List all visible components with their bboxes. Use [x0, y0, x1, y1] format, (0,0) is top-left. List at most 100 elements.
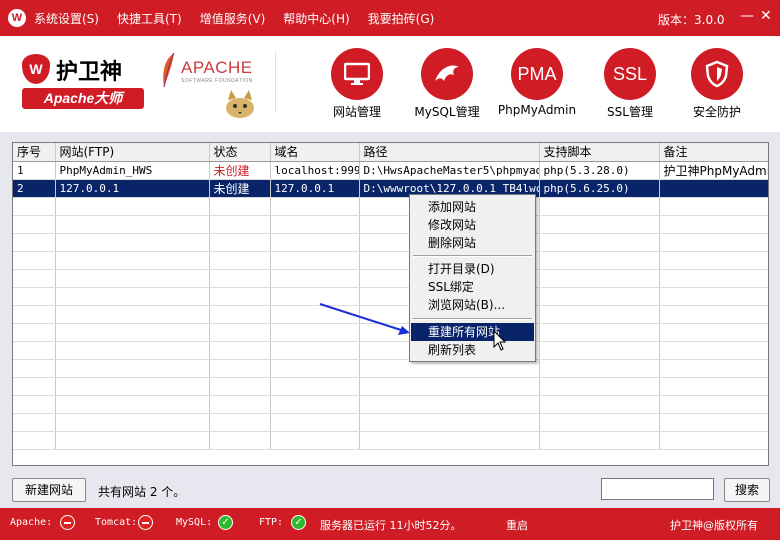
- search-input[interactable]: [601, 478, 714, 500]
- empty-row: [13, 233, 768, 252]
- close-button[interactable]: ✕: [760, 8, 772, 24]
- empty-cell: [659, 413, 768, 432]
- mysql-dolphin-icon: [421, 48, 473, 100]
- empty-cell: [539, 413, 660, 432]
- tool-mysql-management[interactable]: MySQL管理: [407, 48, 487, 120]
- mysql-status-label: MySQL:: [176, 517, 213, 528]
- empty-cell: [55, 197, 210, 216]
- shield-icon: [691, 48, 743, 100]
- empty-cell: [539, 269, 660, 288]
- empty-cell: [270, 395, 360, 414]
- tool-ssl-management[interactable]: SSL SSL管理: [590, 48, 670, 120]
- tool-site-management[interactable]: 网站管理: [317, 48, 397, 120]
- ftp-running-icon[interactable]: ✓: [291, 515, 306, 530]
- mysql-running-icon[interactable]: ✓: [218, 515, 233, 530]
- col-header-status[interactable]: 状态: [209, 143, 271, 162]
- ctx-add-site[interactable]: 添加网站: [411, 198, 534, 216]
- apache-feather-icon: [163, 52, 175, 88]
- cell-status: 未创建: [209, 179, 271, 198]
- empty-cell: [209, 395, 271, 414]
- empty-cell: [55, 323, 210, 342]
- tomcat-status-label: Tomcat:: [95, 517, 138, 528]
- empty-row: [13, 431, 768, 450]
- col-header-note[interactable]: 备注: [659, 143, 768, 162]
- restart-button[interactable]: 重启: [506, 517, 528, 533]
- ctx-delete-site[interactable]: 删除网站: [411, 234, 534, 252]
- mouse-cursor-icon: [493, 330, 507, 351]
- ctx-rebuild-all[interactable]: 重建所有网站: [411, 323, 534, 341]
- empty-cell: [209, 359, 271, 378]
- ctx-ssl-bind[interactable]: SSL绑定: [411, 278, 534, 296]
- ctx-browse-site[interactable]: 浏览网站(B)...: [411, 296, 534, 314]
- tomcat-stopped-icon[interactable]: [138, 515, 153, 530]
- ctx-refresh-list[interactable]: 刷新列表: [411, 341, 534, 359]
- ctx-separator: [413, 318, 532, 320]
- empty-cell: [209, 287, 271, 306]
- empty-cell: [13, 233, 56, 252]
- search-button[interactable]: 搜索: [724, 478, 770, 502]
- empty-cell: [209, 251, 271, 270]
- apache-wordmark: APACHE: [181, 58, 253, 77]
- ctx-open-dir[interactable]: 打开目录(D): [411, 260, 534, 278]
- empty-cell: [659, 323, 768, 342]
- empty-cell: [270, 233, 360, 252]
- empty-row: [13, 359, 768, 378]
- col-header-path[interactable]: 路径: [359, 143, 540, 162]
- minimize-button[interactable]: —: [740, 8, 754, 24]
- empty-cell: [55, 431, 210, 450]
- tool-label: 网站管理: [332, 105, 381, 119]
- empty-cell: [270, 251, 360, 270]
- empty-cell: [539, 305, 660, 324]
- empty-cell: [209, 341, 271, 360]
- empty-cell: [13, 377, 56, 396]
- empty-cell: [55, 251, 210, 270]
- empty-row: [13, 341, 768, 360]
- empty-cell: [13, 359, 56, 378]
- empty-cell: [13, 431, 56, 450]
- col-header-script[interactable]: 支持脚本: [539, 143, 660, 162]
- empty-cell: [270, 377, 360, 396]
- col-header-index[interactable]: 序号: [13, 143, 56, 162]
- tool-label: PhpMyAdmin: [497, 103, 577, 117]
- version-label: 版本：3.0.0: [658, 13, 725, 27]
- empty-cell: [209, 431, 271, 450]
- empty-cell: [209, 377, 271, 396]
- menu-help-center[interactable]: 帮助中心(H): [283, 10, 349, 27]
- new-site-button[interactable]: 新建网站: [12, 478, 86, 502]
- pointer-arrow-icon: [319, 303, 410, 335]
- ctx-edit-site[interactable]: 修改网站: [411, 216, 534, 234]
- cell-domain: localhost:999: [270, 161, 360, 180]
- empty-cell: [539, 395, 660, 414]
- empty-cell: [55, 215, 210, 234]
- ctx-separator: [413, 255, 532, 257]
- empty-cell: [55, 395, 210, 414]
- col-header-domain[interactable]: 域名: [270, 143, 360, 162]
- tool-security-protection[interactable]: 安全防护: [677, 48, 757, 120]
- menu-feedback[interactable]: 我要拍砖(G): [368, 10, 435, 27]
- empty-row: [13, 413, 768, 432]
- empty-cell: [539, 377, 660, 396]
- menu-value-added[interactable]: 增值服务(V): [200, 10, 266, 27]
- empty-cell: [659, 251, 768, 270]
- empty-cell: [539, 341, 660, 360]
- apache-stopped-icon[interactable]: [60, 515, 75, 530]
- empty-cell: [209, 197, 271, 216]
- empty-row: [13, 395, 768, 414]
- empty-cell: [659, 341, 768, 360]
- table-row-selected[interactable]: 2 127.0.0.1 未创建 127.0.0.1 D:\wwwroot\127…: [13, 179, 768, 198]
- apache-status-label: Apache:: [10, 517, 53, 528]
- empty-cell: [55, 287, 210, 306]
- empty-row: [13, 251, 768, 270]
- empty-cell: [539, 323, 660, 342]
- empty-cell: [659, 215, 768, 234]
- menu-quick-tools[interactable]: 快捷工具(T): [117, 10, 182, 27]
- menu-system-settings[interactable]: 系统设置(S): [34, 10, 99, 27]
- tool-phpmyadmin[interactable]: PMA PhpMyAdmin: [497, 48, 577, 117]
- empty-cell: [659, 377, 768, 396]
- col-header-site[interactable]: 网站(FTP): [55, 143, 210, 162]
- empty-cell: [359, 413, 540, 432]
- empty-cell: [13, 197, 56, 216]
- empty-cell: [359, 431, 540, 450]
- table-row[interactable]: 1 PhpMyAdmin_HWS 未创建 localhost:999 D:\Hw…: [13, 161, 768, 180]
- ssl-icon: SSL: [604, 48, 656, 100]
